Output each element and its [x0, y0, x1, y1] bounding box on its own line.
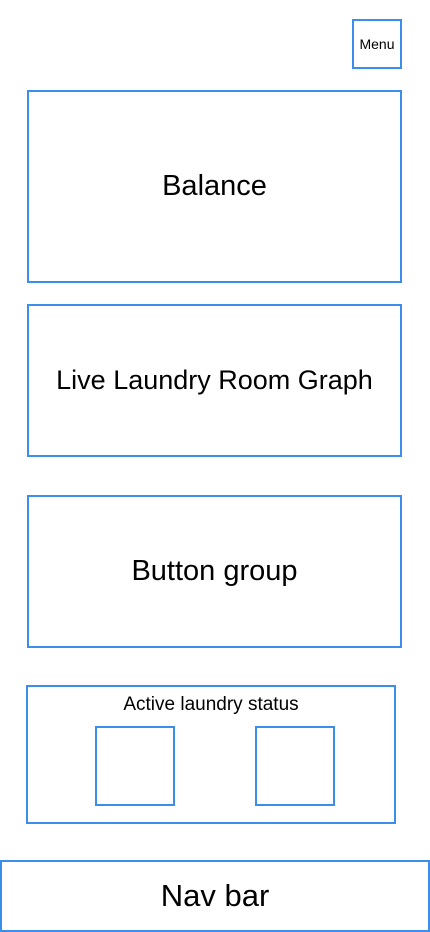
live-laundry-room-graph: Live Laundry Room Graph	[27, 304, 402, 457]
active-laundry-status-title: Active laundry status	[123, 694, 299, 715]
button-group[interactable]: Button group	[27, 495, 402, 648]
nav-bar[interactable]: Nav bar	[0, 860, 430, 932]
laundry-status-slot[interactable]	[255, 726, 335, 806]
menu-button[interactable]: Menu	[352, 19, 402, 69]
active-laundry-status-card: Active laundry status	[26, 685, 396, 824]
balance-card: Balance	[27, 90, 402, 283]
laundry-status-slot[interactable]	[95, 726, 175, 806]
